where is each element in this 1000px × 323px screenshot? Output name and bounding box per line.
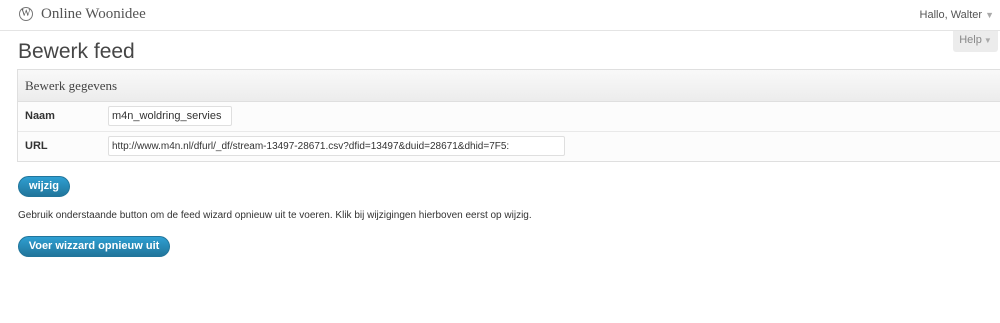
run-wizard-button[interactable]: Voer wizzard opnieuw uit bbox=[18, 236, 170, 257]
edit-form-table: Bewerk gegevens Naam URL bbox=[17, 69, 1000, 162]
section-title: Bewerk gegevens bbox=[18, 70, 1000, 102]
form-row-url: URL bbox=[18, 132, 1000, 161]
wordpress-icon[interactable]: W bbox=[19, 7, 33, 21]
user-menu[interactable]: Hallo, Walter ▼ bbox=[920, 9, 994, 21]
site-name-link[interactable]: Online Woonidee bbox=[41, 6, 146, 23]
chevron-down-icon: ▼ bbox=[985, 10, 994, 20]
chevron-down-icon: ▼ bbox=[983, 36, 992, 45]
help-label: Help bbox=[959, 34, 982, 46]
form-row-naam: Naam bbox=[18, 102, 1000, 132]
wizard-help-text: Gebruik onderstaande button om de feed w… bbox=[18, 210, 532, 221]
url-input[interactable] bbox=[108, 136, 565, 156]
naam-label: Naam bbox=[25, 110, 55, 122]
naam-input[interactable] bbox=[108, 106, 232, 126]
url-label: URL bbox=[25, 140, 48, 152]
admin-bar: W Online Woonidee Hallo, Walter ▼ bbox=[0, 0, 1000, 31]
user-greeting: Hallo, Walter bbox=[919, 9, 983, 21]
wijzig-button[interactable]: wijzig bbox=[18, 176, 70, 197]
help-tab-button[interactable]: Help ▼ bbox=[953, 31, 998, 52]
page-title: Bewerk feed bbox=[18, 40, 135, 63]
